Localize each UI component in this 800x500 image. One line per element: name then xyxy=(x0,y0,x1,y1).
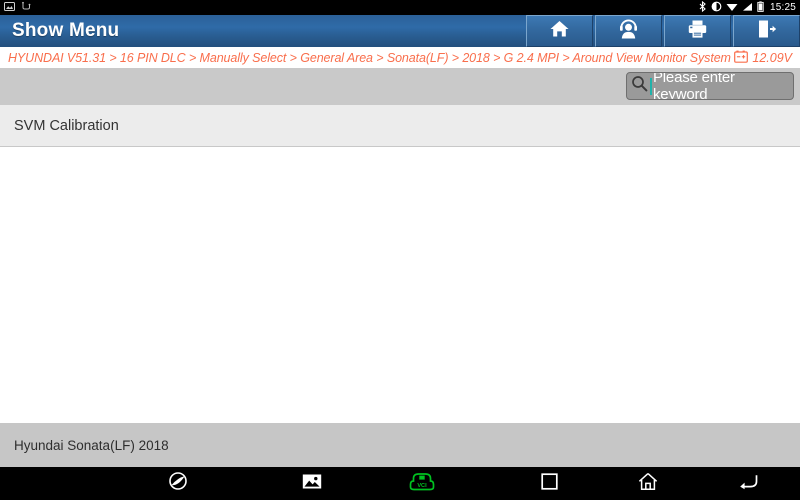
list-item-label: SVM Calibration xyxy=(14,117,119,134)
header-button-group xyxy=(526,15,800,47)
gallery-button[interactable] xyxy=(290,467,334,500)
recents-button[interactable] xyxy=(527,467,571,500)
home-icon xyxy=(549,19,570,44)
status-clock: 15:25 xyxy=(769,1,796,13)
vci-button[interactable]: VCI xyxy=(400,467,444,500)
breadcrumb-path: HYUNDAI V51.31 > 16 PIN DLC > Manually S… xyxy=(8,50,731,65)
back-button[interactable] xyxy=(726,467,770,500)
vehicle-info: Hyundai Sonata(LF) 2018 xyxy=(14,437,169,453)
breadcrumb: HYUNDAI V51.31 > 16 PIN DLC > Manually S… xyxy=(0,47,800,68)
app-header: Show Menu xyxy=(0,15,800,47)
back-arrow-icon xyxy=(738,473,759,495)
home-button[interactable] xyxy=(526,15,593,47)
search-placeholder: Please enter keyword xyxy=(653,72,735,100)
menu-list: SVM Calibration xyxy=(0,105,800,423)
text-caret xyxy=(650,77,652,95)
android-status-bar: 15:25 xyxy=(0,0,800,15)
home-outline-icon xyxy=(638,472,658,496)
android-nav-bar: VCI xyxy=(0,467,800,500)
headset-person-icon xyxy=(618,18,639,44)
battery-voltage: 12.09V xyxy=(734,50,794,66)
page-title: Show Menu xyxy=(12,20,120,41)
svg-text:VCI: VCI xyxy=(417,483,427,489)
browser-globe-icon xyxy=(168,471,188,496)
list-item[interactable]: SVM Calibration xyxy=(0,105,800,147)
search-input[interactable]: Please enter keyword xyxy=(626,72,794,100)
car-battery-icon xyxy=(734,50,749,66)
gallery-image-icon xyxy=(302,473,322,495)
square-recents-icon xyxy=(540,472,558,495)
browser-button[interactable] xyxy=(156,467,200,500)
footer-bar: Hyundai Sonata(LF) 2018 xyxy=(0,423,800,467)
voltage-value: 12.09V xyxy=(752,50,792,65)
search-icon xyxy=(631,75,648,97)
exit-door-icon xyxy=(756,19,777,44)
printer-icon xyxy=(687,19,708,44)
home-button[interactable] xyxy=(626,467,670,500)
print-button[interactable] xyxy=(664,15,731,47)
support-button[interactable] xyxy=(595,15,662,47)
vci-connector-icon: VCI xyxy=(409,472,435,496)
exit-button[interactable] xyxy=(733,15,800,47)
